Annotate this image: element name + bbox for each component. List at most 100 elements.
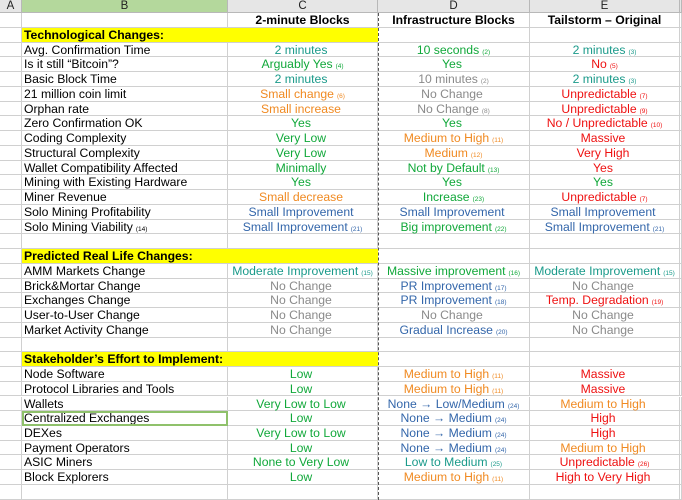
value-cell-d[interactable]: None → Medium (24) (378, 440, 530, 456)
row-label-cell[interactable]: Exchanges Change (22, 293, 228, 309)
row-label-cell[interactable]: Centralized Exchanges (22, 411, 228, 426)
row-label-cell[interactable]: Basic Block Time (22, 72, 228, 87)
cell[interactable] (0, 72, 22, 87)
value-cell-d[interactable]: Small Improvement (378, 204, 530, 220)
row-label-cell[interactable]: Solo Mining Viability (14) (22, 219, 228, 235)
value-cell-c[interactable]: Moderate Improvement (15) (228, 263, 378, 279)
value-cell-c[interactable]: Low (228, 470, 378, 485)
value-cell-e[interactable]: Unpredictable (7) (530, 86, 680, 102)
cell[interactable] (0, 234, 22, 250)
value-cell-d[interactable]: PR Improvement (18) (378, 293, 530, 309)
row-label-cell[interactable]: User-to-User Change (22, 308, 228, 323)
header-tailstorm-original[interactable]: Tailstorm – Original (530, 13, 680, 28)
value-cell-e[interactable]: Moderate Improvement (15) (530, 263, 680, 279)
value-cell-e[interactable] (530, 484, 680, 500)
value-cell-d[interactable]: Medium to High (11) (378, 381, 530, 397)
value-cell-d[interactable] (378, 249, 530, 264)
value-cell-e[interactable]: No / Unpredictable (10) (530, 116, 680, 132)
column-header-b[interactable]: B (22, 0, 228, 13)
cell[interactable] (0, 470, 22, 485)
value-cell-c[interactable]: Low (228, 440, 378, 456)
value-cell-d[interactable] (378, 234, 530, 250)
cell[interactable] (0, 13, 22, 28)
value-cell-e[interactable] (530, 337, 680, 353)
value-cell-e[interactable]: High (530, 411, 680, 426)
value-cell-c[interactable]: Small increase (228, 101, 378, 117)
cell[interactable] (0, 131, 22, 146)
cell[interactable] (0, 57, 22, 73)
value-cell-c[interactable]: Small Improvement (21) (228, 219, 378, 235)
value-cell-d[interactable]: Gradual Increase (20) (378, 322, 530, 338)
value-cell-c[interactable]: Low (228, 367, 378, 382)
value-cell-c[interactable]: 2 minutes (228, 42, 378, 58)
value-cell-e[interactable]: Unpredictable (7) (530, 190, 680, 205)
value-cell-c[interactable]: 2 minutes (228, 72, 378, 87)
value-cell-c[interactable]: No Change (228, 308, 378, 323)
value-cell-c[interactable]: None to Very Low (228, 455, 378, 471)
value-cell-d[interactable] (378, 352, 530, 367)
value-cell-d[interactable]: Not by Default (13) (378, 160, 530, 176)
value-cell-c[interactable] (228, 484, 378, 500)
value-cell-d[interactable]: Medium (12) (378, 145, 530, 161)
value-cell-c[interactable]: Very Low to Low (228, 425, 378, 441)
value-cell-e[interactable]: High (530, 425, 680, 441)
value-cell-d[interactable]: Massive improvement (16) (378, 263, 530, 279)
cell[interactable] (0, 101, 22, 117)
row-label-cell[interactable]: Node Software (22, 367, 228, 382)
value-cell-e[interactable]: Medium to High (530, 440, 680, 456)
row-label-cell[interactable]: DEXes (22, 425, 228, 441)
value-cell-d[interactable]: None → Medium (24) (378, 411, 530, 426)
value-cell-e[interactable]: 2 minutes (3) (530, 72, 680, 87)
section-title[interactable]: Technological Changes: (22, 28, 378, 43)
value-cell-d[interactable]: Increase (23) (378, 190, 530, 205)
value-cell-c[interactable]: Yes (228, 116, 378, 132)
value-cell-d[interactable]: Medium to High (11) (378, 470, 530, 485)
value-cell-e[interactable]: No (5) (530, 57, 680, 73)
value-cell-e[interactable]: Massive (530, 367, 680, 382)
value-cell-e[interactable]: Small Improvement (530, 204, 680, 220)
value-cell-e[interactable]: High to Very High (530, 470, 680, 485)
value-cell-d[interactable]: None → Medium (24) (378, 425, 530, 441)
value-cell-d[interactable]: Low to Medium (25) (378, 455, 530, 471)
cell[interactable] (0, 249, 22, 264)
value-cell-e[interactable]: Small Improvement (21) (530, 219, 680, 235)
value-cell-c[interactable]: Low (228, 411, 378, 426)
row-label-cell[interactable]: Wallets (22, 396, 228, 412)
value-cell-e[interactable]: Yes (530, 175, 680, 191)
cell[interactable] (0, 440, 22, 456)
cell[interactable] (0, 42, 22, 58)
row-label-cell[interactable]: Market Activity Change (22, 322, 228, 338)
value-cell-d[interactable]: No Change (378, 86, 530, 102)
row-label-cell[interactable] (22, 484, 228, 500)
value-cell-c[interactable]: Small Improvement (228, 204, 378, 220)
value-cell-d[interactable] (378, 484, 530, 500)
cell[interactable] (0, 116, 22, 132)
value-cell-d[interactable]: PR Improvement (17) (378, 278, 530, 294)
row-label-cell[interactable]: 21 million coin limit (22, 86, 228, 102)
cell[interactable] (0, 278, 22, 294)
cell[interactable] (0, 28, 22, 43)
header-2-minute-blocks[interactable]: 2-minute Blocks (228, 13, 378, 28)
cell[interactable] (0, 337, 22, 353)
cell[interactable] (0, 86, 22, 102)
value-cell-c[interactable]: Small decrease (228, 190, 378, 205)
cell[interactable] (0, 190, 22, 205)
row-label-cell[interactable]: Avg. Confirmation Time (22, 42, 228, 58)
column-header-c[interactable]: C (228, 0, 378, 13)
value-cell-e[interactable] (530, 234, 680, 250)
row-label-cell[interactable]: Coding Complexity (22, 131, 228, 146)
row-label-cell[interactable]: Block Explorers (22, 470, 228, 485)
value-cell-e[interactable]: Massive (530, 381, 680, 397)
cell[interactable] (0, 160, 22, 176)
value-cell-e[interactable]: No Change (530, 278, 680, 294)
row-label-cell[interactable]: ASIC Miners (22, 455, 228, 471)
value-cell-d[interactable]: No Change (8) (378, 101, 530, 117)
row-label-cell[interactable]: AMM Markets Change (22, 263, 228, 279)
cell[interactable] (0, 263, 22, 279)
row-label-cell[interactable]: Payment Operators (22, 440, 228, 456)
row-label-cell[interactable]: Wallet Compatibility Affected (22, 160, 228, 176)
value-cell-e[interactable]: No Change (530, 308, 680, 323)
cell[interactable] (0, 455, 22, 471)
value-cell-c[interactable]: Small change (6) (228, 86, 378, 102)
value-cell-e[interactable]: Massive (530, 131, 680, 146)
